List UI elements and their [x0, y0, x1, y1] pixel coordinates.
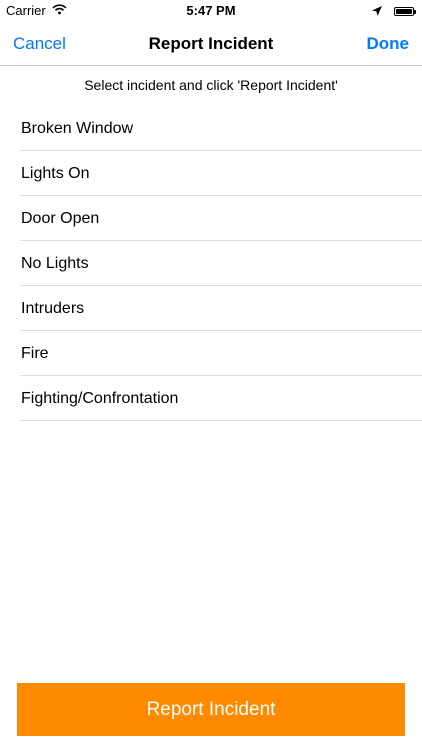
incident-item-intruders[interactable]: Intruders	[0, 286, 422, 331]
incident-item-door-open[interactable]: Door Open	[0, 196, 422, 241]
incident-label: No Lights	[21, 255, 89, 272]
incident-label: Lights On	[21, 165, 90, 182]
status-left: Carrier	[6, 3, 67, 18]
incident-item-fire[interactable]: Fire	[0, 331, 422, 376]
incident-label: Intruders	[21, 300, 85, 317]
incident-list: Broken Window Lights On Door Open No Lig…	[0, 106, 422, 421]
incident-item-no-lights[interactable]: No Lights	[0, 241, 422, 286]
incident-label: Fire	[21, 345, 49, 362]
battery-icon	[394, 7, 416, 16]
report-incident-button[interactable]: Report Incident	[17, 683, 405, 736]
instruction-text: Select incident and click 'Report Incide…	[84, 77, 338, 93]
done-button[interactable]: Done	[367, 34, 410, 54]
incident-item-lights-on[interactable]: Lights On	[0, 151, 422, 196]
incident-label: Door Open	[21, 210, 100, 227]
status-right	[372, 4, 416, 19]
navigation-bar: Cancel Report Incident Done	[0, 22, 422, 66]
location-arrow-icon	[372, 4, 382, 19]
incident-item-fighting-confrontation[interactable]: Fighting/Confrontation	[0, 376, 422, 421]
incident-label: Fighting/Confrontation	[21, 390, 179, 407]
wifi-icon	[52, 3, 67, 18]
cancel-button[interactable]: Cancel	[13, 34, 66, 54]
status-bar: Carrier 5:47 PM	[0, 0, 422, 22]
incident-item-broken-window[interactable]: Broken Window	[0, 106, 422, 151]
carrier-label: Carrier	[6, 3, 46, 18]
incident-label: Broken Window	[21, 120, 134, 137]
